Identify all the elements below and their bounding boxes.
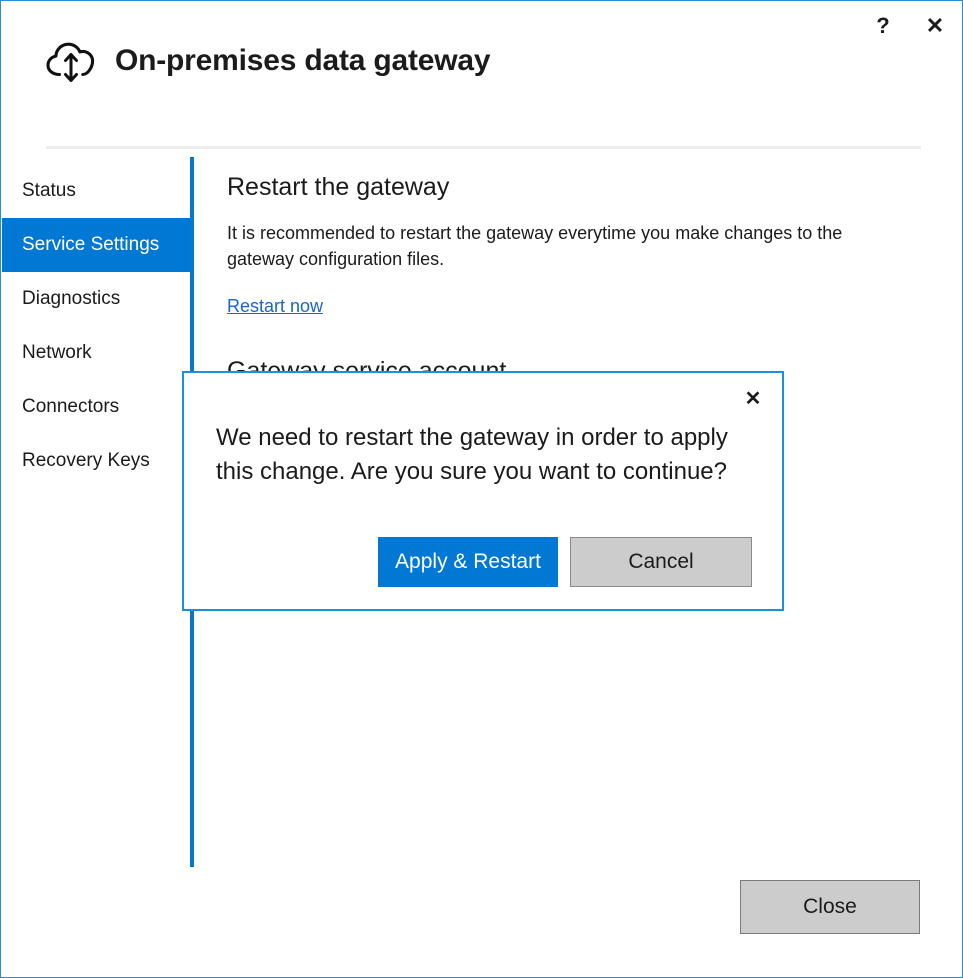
restart-section-body: It is recommended to restart the gateway… bbox=[227, 220, 887, 272]
sidebar-item-label: Connectors bbox=[22, 396, 119, 418]
sidebar-item-label: Recovery Keys bbox=[22, 450, 150, 472]
dialog-actions: Apply & Restart Cancel bbox=[216, 537, 752, 587]
app-window: ? ✕ On-premises data gateway Status Serv… bbox=[0, 0, 963, 978]
close-icon[interactable]: ✕ bbox=[922, 13, 948, 39]
header-divider bbox=[46, 146, 921, 149]
app-header: On-premises data gateway bbox=[43, 37, 490, 85]
close-button[interactable]: Close bbox=[740, 880, 920, 934]
restart-now-link[interactable]: Restart now bbox=[227, 296, 323, 317]
titlebar-controls: ? ✕ bbox=[870, 13, 948, 39]
dialog-message: We need to restart the gateway in order … bbox=[216, 421, 756, 489]
sidebar: Status Service Settings Diagnostics Netw… bbox=[2, 164, 192, 488]
cloud-sync-icon bbox=[43, 37, 99, 85]
restart-confirmation-dialog: ✕ We need to restart the gateway in orde… bbox=[182, 371, 784, 611]
help-icon[interactable]: ? bbox=[870, 13, 896, 39]
sidebar-item-diagnostics[interactable]: Diagnostics bbox=[2, 272, 192, 326]
sidebar-item-label: Diagnostics bbox=[22, 288, 120, 310]
sidebar-item-recovery-keys[interactable]: Recovery Keys bbox=[2, 434, 192, 488]
page-title: On-premises data gateway bbox=[115, 44, 490, 78]
sidebar-item-label: Service Settings bbox=[22, 234, 159, 256]
sidebar-item-status[interactable]: Status bbox=[2, 164, 192, 218]
dialog-close-icon[interactable]: ✕ bbox=[740, 385, 766, 411]
sidebar-item-network[interactable]: Network bbox=[2, 326, 192, 380]
sidebar-item-label: Status bbox=[22, 180, 76, 202]
sidebar-item-label: Network bbox=[22, 342, 92, 364]
sidebar-item-connectors[interactable]: Connectors bbox=[2, 380, 192, 434]
restart-section-heading: Restart the gateway bbox=[227, 173, 927, 202]
apply-and-restart-button[interactable]: Apply & Restart bbox=[378, 537, 558, 587]
cancel-button[interactable]: Cancel bbox=[570, 537, 752, 587]
sidebar-item-service-settings[interactable]: Service Settings bbox=[2, 218, 192, 272]
